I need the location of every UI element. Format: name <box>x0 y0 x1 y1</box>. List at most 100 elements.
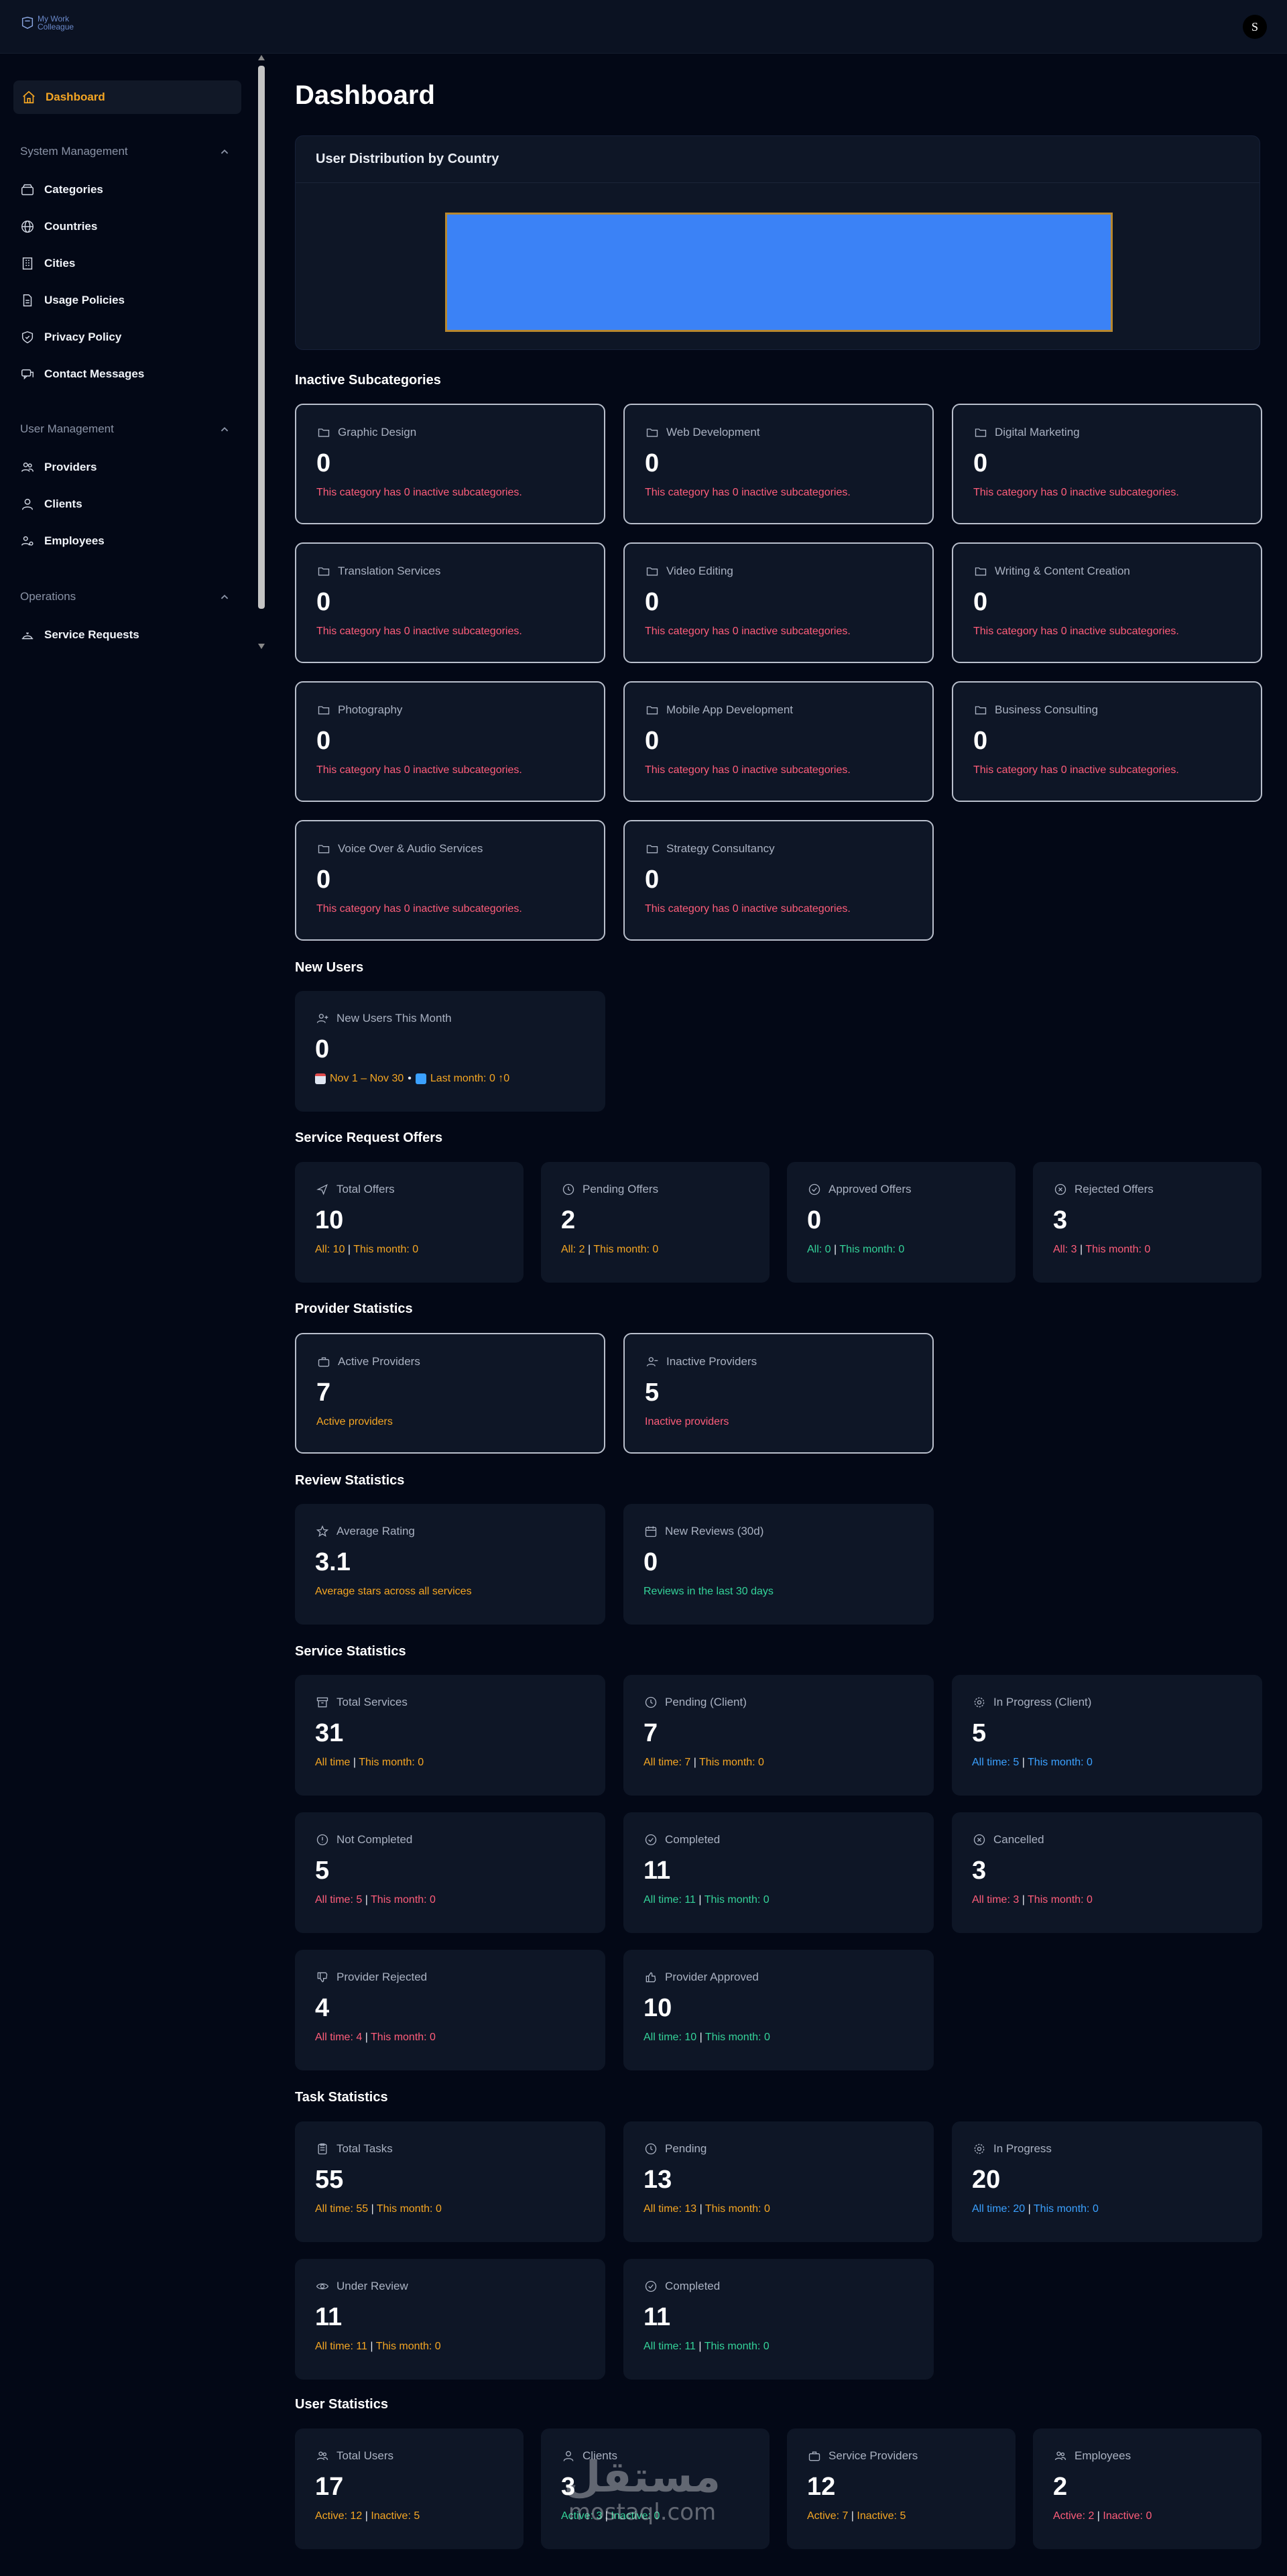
card-label: Provider Approved <box>665 1971 759 1983</box>
card-note: Reviews in the last 30 days <box>644 1586 774 1597</box>
footer-secondary: This month: 0 <box>1028 1757 1093 1768</box>
card-label: Employees <box>1075 2449 1131 2462</box>
scroll-down-arrow-icon[interactable] <box>258 644 265 649</box>
sidebar-section-operations[interactable]: Operations <box>20 590 232 605</box>
scrollbar-thumb[interactable] <box>258 66 265 609</box>
shield-icon <box>20 330 35 345</box>
footer-primary: Active: 7 <box>807 2510 849 2522</box>
footer-separator: | <box>1094 2510 1103 2522</box>
sidebar-item-countries[interactable]: Countries <box>20 219 97 234</box>
stat-card-photography[interactable]: Photography 0 This category has 0 inactive… <box>295 681 605 802</box>
stat-card-digital-marketing[interactable]: Digital Marketing 0 This category has 0 in… <box>952 404 1262 524</box>
stat-card-total-users[interactable]: Total Users 17 Active: 12 | Inactive: 5 <box>295 2428 524 2549</box>
avatar[interactable]: S <box>1243 15 1267 39</box>
section-offers: Service Request Offers <box>295 1130 443 1145</box>
last-month: Last month: 0 ↑0 <box>430 1073 510 1084</box>
stat-card-active-providers[interactable]: Active Providers 7 Active providers <box>295 1333 605 1454</box>
distribution-chart-bar[interactable] <box>445 213 1113 332</box>
sidebar-section-users[interactable]: User Management <box>20 422 232 437</box>
stat-card-employees[interactable]: Employees 2 Active: 2 | Inactive: 0 <box>1033 2428 1262 2549</box>
card-label: Translation Services <box>338 565 441 577</box>
card-label: Writing & Content Creation <box>995 565 1130 577</box>
sidebar-item-service-requests[interactable]: Service Requests <box>20 628 139 642</box>
footer-primary: All time: 13 <box>644 2203 697 2215</box>
sidebar-item-contact-messages[interactable]: Contact Messages <box>20 367 144 382</box>
app-logo[interactable]: My Work Colleague <box>20 15 74 31</box>
user-icon <box>20 497 35 512</box>
stat-card-mobile-app-development[interactable]: Mobile App Development 0 This category has… <box>623 681 934 802</box>
card-label: Inactive Providers <box>666 1355 757 1368</box>
folder-icon <box>973 703 988 717</box>
folder-icon <box>645 841 660 856</box>
sidebar-item-dashboard[interactable]: Dashboard <box>13 80 241 114</box>
folder-icon <box>316 425 331 440</box>
stat-card-provider-approved[interactable]: Provider Approved 10 All time: 10 | This m… <box>623 1950 934 2070</box>
stat-card-pending-client[interactable]: Pending (Client) 7 All time: 7 | This mont… <box>623 1675 934 1796</box>
watermark: مستقل mostaql.com <box>548 2454 736 2528</box>
stat-card-total-tasks[interactable]: Total Tasks 55 All time: 55 | This month: … <box>295 2121 605 2242</box>
stat-card-graphic-design[interactable]: Graphic Design 0 This category has 0 inact… <box>295 404 605 524</box>
stat-card-completed[interactable]: Completed 11 All time: 11 | This month: 0 <box>623 1812 934 1933</box>
card-value: 0 <box>645 449 660 477</box>
footer-secondary: Inactive: 5 <box>371 2510 420 2522</box>
stat-card-new-reviews-30d[interactable]: New Reviews (30d) 0 Reviews in the last 30… <box>623 1504 934 1625</box>
users-icon <box>20 460 35 475</box>
briefcase-icon <box>316 1354 331 1369</box>
stat-card-cancelled[interactable]: Cancelled 3 All time: 3 | This month: 0 <box>952 1812 1262 1933</box>
watermark-arabic: مستقل <box>563 2453 721 2502</box>
stat-card-rejected-offers[interactable]: Rejected Offers 3 All: 3 | This month: 0 <box>1033 1162 1262 1283</box>
sidebar-section-system[interactable]: System Management <box>20 145 232 160</box>
stat-card-voice-over-audio-services[interactable]: Voice Over & Audio Services 0 This categor… <box>295 820 605 941</box>
sidebar-item-providers[interactable]: Providers <box>20 460 97 475</box>
sidebar-item-employees[interactable]: Employees <box>20 534 105 548</box>
footer-secondary: This month: 0 <box>359 1757 424 1768</box>
stat-card-strategy-consultancy[interactable]: Strategy Consultancy 0 This category has 0… <box>623 820 934 941</box>
card-note: This category has 0 inactive subcategori… <box>973 487 1179 498</box>
sidebar-item-cities[interactable]: Cities <box>20 256 75 271</box>
stat-card-pending-offers[interactable]: Pending Offers 2 All: 2 | This month: 0 <box>541 1162 770 1283</box>
sidebar-item-clients[interactable]: Clients <box>20 497 82 512</box>
stat-card-under-review[interactable]: Under Review 11 All time: 11 | This month:… <box>295 2259 605 2380</box>
footer-separator: | <box>1019 1894 1028 1906</box>
stat-card-business-consulting[interactable]: Business Consulting 0 This category has 0 … <box>952 681 1262 802</box>
footer-primary: All: 10 <box>315 1244 345 1255</box>
card-label: Digital Marketing <box>995 426 1080 438</box>
stat-card-service-providers[interactable]: Service Providers 12 Active: 7 | Inactive:… <box>787 2428 1016 2549</box>
sidebar-item-usage-policies[interactable]: Usage Policies <box>20 293 125 308</box>
footer-secondary: This month: 0 <box>375 2341 441 2352</box>
footer-separator: | <box>848 2510 857 2522</box>
footer-separator: | <box>695 2341 704 2352</box>
card-label: Strategy Consultancy <box>666 842 775 855</box>
stat-card-in-progress-client[interactable]: In Progress (Client) 5 All time: 5 | This … <box>952 1675 1262 1796</box>
card-label: Total Users <box>336 2449 394 2462</box>
document-icon <box>20 293 35 308</box>
scroll-up-arrow-icon[interactable] <box>258 55 265 60</box>
sidebar-scrollbar[interactable] <box>256 54 267 650</box>
stat-card-total-offers[interactable]: Total Offers 10 All: 10 | This month: 0 <box>295 1162 524 1283</box>
stat-card-inactive-providers[interactable]: Inactive Providers 5 Inactive providers <box>623 1333 934 1454</box>
stat-card-writing-content-creation[interactable]: Writing & Content Creation 0 This category… <box>952 542 1262 663</box>
card-value: 3.1 <box>315 1548 351 1576</box>
stat-card-not-completed[interactable]: Not Completed 5 All time: 5 | This month: … <box>295 1812 605 1933</box>
stat-card-average-rating[interactable]: Average Rating 3.1 Average stars across al… <box>295 1504 605 1625</box>
top-bar: My Work Colleague S <box>0 0 1287 54</box>
message-icon <box>20 367 35 382</box>
stat-card-translation-services[interactable]: Translation Services 0 This category has 0… <box>295 542 605 663</box>
sidebar-item-privacy-policy[interactable]: Privacy Policy <box>20 330 121 345</box>
logo-icon <box>20 15 35 30</box>
card-label: Mobile App Development <box>666 703 794 716</box>
card-note: This category has 0 inactive subcategori… <box>645 626 851 637</box>
stat-card-video-editing[interactable]: Video Editing 0 This category has 0 inacti… <box>623 542 934 663</box>
stat-card-provider-rejected[interactable]: Provider Rejected 4 All time: 4 | This mon… <box>295 1950 605 2070</box>
stat-card-new-users: New Users This Month 0 Nov 1 – Nov 30 • … <box>295 991 605 1112</box>
sidebar-item-categories[interactable]: Categories <box>20 182 103 197</box>
stat-card-total-services[interactable]: Total Services 31 All time | This month: 0 <box>295 1675 605 1796</box>
stat-card-in-progress[interactable]: In Progress 20 All time: 20 | This month: … <box>952 2121 1262 2242</box>
stat-card-completed[interactable]: Completed 11 All time: 11 | This month: 0 <box>623 2259 934 2380</box>
stat-card-web-development[interactable]: Web Development 0 This category has 0 inac… <box>623 404 934 524</box>
stat-card-approved-offers[interactable]: Approved Offers 0 All: 0 | This month: 0 <box>787 1162 1016 1283</box>
card-label: Approved Offers <box>829 1183 912 1195</box>
card-footer: All time: 10 | This month: 0 <box>644 2032 914 2044</box>
card-value: 31 <box>315 1719 344 1747</box>
stat-card-pending[interactable]: Pending 13 All time: 13 | This month: 0 <box>623 2121 934 2242</box>
